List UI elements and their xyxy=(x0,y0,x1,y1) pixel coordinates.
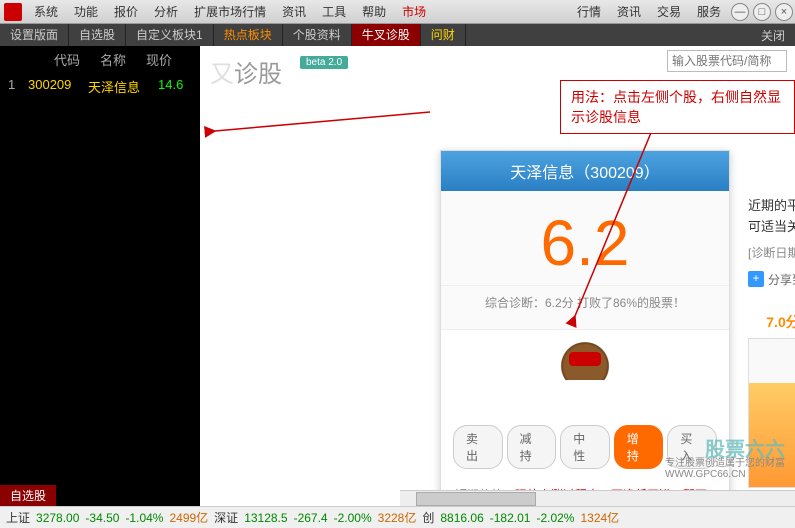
menu-tools[interactable]: 工具 xyxy=(314,0,354,24)
stock-price: 14.6 xyxy=(158,77,183,96)
menu-trade[interactable]: 交易 xyxy=(649,0,689,24)
horizontal-scrollbar[interactable] xyxy=(400,490,795,506)
sb-sh-chg: -34.50 xyxy=(85,511,119,525)
menu-zixun[interactable]: 资讯 xyxy=(609,0,649,24)
menu-analysis[interactable]: 分析 xyxy=(146,0,186,24)
share-label: 分享到： xyxy=(768,271,795,288)
stock-code: 300209 xyxy=(28,77,88,96)
statusbar: 上证 3278.00 -34.50 -1.04% 2499亿 深证 13128.… xyxy=(0,506,795,528)
tab-diagnosis[interactable]: 牛叉诊股 xyxy=(352,24,421,46)
watermark-sub: 专注股票创造属于您的财富WWW.GPC66.CN xyxy=(665,454,785,480)
summary-text: 近期的平均成本为14.99元，股价在此者可适当关注。该公司运营状况尚可 xyxy=(748,196,795,238)
share-row: + 分享到： 20 xyxy=(748,271,795,288)
tab-layout[interactable]: 设置版面 xyxy=(0,24,69,46)
score-desc: 综合诊断：6.2分 打败了86%的股票！ xyxy=(441,285,729,319)
left-panel: 代码 名称 现价 1 300209 天泽信息 14.6 自选股 xyxy=(0,46,200,506)
menu-quote[interactable]: 报价 xyxy=(106,0,146,24)
bottom-tag-watchlist[interactable]: 自选股 xyxy=(0,485,56,506)
app-icon xyxy=(4,3,22,21)
stock-name: 天泽信息 xyxy=(88,77,158,96)
page-title: 又诊股 xyxy=(210,54,282,89)
col-name: 名称 xyxy=(100,50,146,69)
menu-news[interactable]: 资讯 xyxy=(274,0,314,24)
diagnosis-date: [诊断日期：2020年10月23日 16:39] xyxy=(748,244,795,261)
annotation-arrow-left xyxy=(210,106,440,139)
tabs-close[interactable]: 关闭 xyxy=(751,27,795,44)
sb-cy-vol: 1324亿 xyxy=(580,509,619,526)
scrollbar-thumb[interactable] xyxy=(416,492,536,506)
sb-sh-label: 上证 xyxy=(6,509,30,526)
action-reduce[interactable]: 减持 xyxy=(507,425,557,469)
action-increase[interactable]: 增持 xyxy=(614,425,664,469)
action-sell[interactable]: 卖出 xyxy=(453,425,503,469)
tab-custom1[interactable]: 自定义板块1 xyxy=(126,24,214,46)
plus-icon[interactable]: + xyxy=(748,271,764,287)
sb-sh-val: 3278.00 xyxy=(36,511,79,525)
sb-sh-pct: -1.04% xyxy=(125,511,163,525)
sb-cy-val: 8816.06 xyxy=(440,511,483,525)
minimize-button[interactable]: — xyxy=(731,3,749,21)
sb-sz-pct: -2.00% xyxy=(334,511,372,525)
bar-1-score: 7.0分 xyxy=(748,312,795,332)
tabbar: 设置版面 自选股 自定义板块1 热点板块 个股资料 牛叉诊股 问财 关闭 xyxy=(0,24,795,46)
sb-cy-chg: -182.01 xyxy=(490,511,531,525)
column-headers: 代码 名称 现价 xyxy=(0,46,200,73)
diagnosis-card: 天泽信息（300209） 6.2 综合诊断：6.2分 打败了86%的股票！ 卖出… xyxy=(440,150,730,506)
menu-function[interactable]: 功能 xyxy=(66,0,106,24)
titlebar: 系统 功能 报价 分析 扩展市场行情 资讯 工具 帮助 市场 行情 资讯 交易 … xyxy=(0,0,795,24)
sb-sz-label: 深证 xyxy=(214,509,238,526)
menu-service[interactable]: 服务 xyxy=(689,0,729,24)
tab-watchlist[interactable]: 自选股 xyxy=(69,24,126,46)
sb-cy-pct: -2.02% xyxy=(536,511,574,525)
col-price: 现价 xyxy=(146,50,192,69)
sb-sz-chg: -267.4 xyxy=(294,511,328,525)
menu-market[interactable]: 市场 xyxy=(394,0,434,24)
tab-hotspot[interactable]: 热点板块 xyxy=(214,24,283,46)
menu-help[interactable]: 帮助 xyxy=(354,0,394,24)
menu-extmarket[interactable]: 扩展市场行情 xyxy=(186,0,274,24)
tab-stockinfo[interactable]: 个股资料 xyxy=(283,24,352,46)
maximize-button[interactable]: □ xyxy=(753,3,771,21)
mascot xyxy=(441,330,729,417)
main-area: 代码 名称 现价 1 300209 天泽信息 14.6 自选股 又诊股 beta… xyxy=(0,46,795,506)
sb-cy-label: 创 xyxy=(422,509,434,526)
score-value: 6.2 xyxy=(441,211,729,275)
row-index: 1 xyxy=(8,77,28,96)
sb-sz-val: 13128.5 xyxy=(244,511,287,525)
action-neutral[interactable]: 中性 xyxy=(560,425,610,469)
stock-row[interactable]: 1 300209 天泽信息 14.6 xyxy=(0,73,200,100)
right-panel: 又诊股 beta 2.0 用法：点击左侧个股，右侧自然显示诊股信息 天泽信息（3… xyxy=(200,46,795,506)
bull-icon xyxy=(555,342,615,402)
sb-sz-vol: 3228亿 xyxy=(378,509,417,526)
sb-sh-vol: 2499亿 xyxy=(169,509,208,526)
tab-wencai[interactable]: 问财 xyxy=(421,24,466,46)
card-header: 天泽信息（300209） xyxy=(441,151,729,191)
beta-badge: beta 2.0 xyxy=(300,56,348,69)
close-button[interactable]: × xyxy=(775,3,793,21)
menu-hangqing[interactable]: 行情 xyxy=(569,0,609,24)
search-input[interactable] xyxy=(667,50,787,72)
usage-hint: 用法：点击左侧个股，右侧自然显示诊股信息 xyxy=(560,80,795,134)
menu-system[interactable]: 系统 xyxy=(26,0,66,24)
col-code: 代码 xyxy=(54,50,100,69)
score-box: 6.2 综合诊断：6.2分 打败了86%的股票！ xyxy=(441,191,729,330)
